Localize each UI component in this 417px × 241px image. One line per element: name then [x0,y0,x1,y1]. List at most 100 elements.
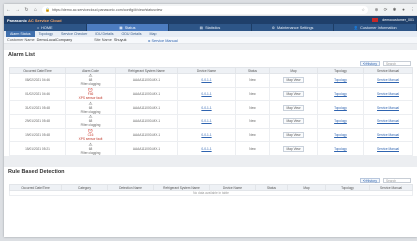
rule-search-input[interactable]: Search [383,178,411,184]
device-name-cell: 0-0-1-1 [177,127,236,143]
alarm-description: Filter clogging [80,109,101,114]
language-flag-icon[interactable] [372,18,379,22]
device-name-cell: 0-0-1-1 [177,141,236,157]
device-name-link[interactable]: 0-0-1-1 [201,147,211,151]
service-manual-cell: Service Manual [363,114,413,129]
tab-statistics[interactable]: ▤ Statistics [169,24,252,31]
device-name-link[interactable]: 0-0-1-1 [201,92,211,96]
table-row: 08/02/2021 04:46 ⚠ 68 Filter clogging AAAA11… [9,73,413,88]
map-view-button[interactable]: Map View [282,91,305,98]
alarm-list-tools: ⟲ History Search [4,60,417,67]
subtab-idu-details[interactable]: IDU Details [91,31,117,37]
alarm-code-cell: ⚠ 68 Filter clogging [65,100,116,116]
map-cell: Map View [269,127,318,143]
app-header: Panasonic AC Service Cloud democustomer_… [4,16,417,24]
address-bar[interactable]: 🔒 https://demo.ac.servicecloud.panasonic… [42,5,368,14]
status-cell: New [235,141,270,157]
topology-link[interactable]: Topology [334,119,347,123]
map-cell: Map View [269,73,318,88]
menu-icon[interactable]: ⋮ [408,7,417,13]
rule-detection-title: Rule Based Detection [8,169,65,176]
reload-icon[interactable]: ↻ [22,7,31,13]
back-arrow-icon[interactable]: ← [4,7,13,13]
customer-name-label: Customer Name [7,38,35,42]
map-view-button[interactable]: Map View [282,145,305,152]
device-name-link[interactable]: 0-0-1-1 [201,78,211,82]
service-manual-cell: Service Manual [363,100,413,116]
service-manual-link[interactable]: Service Manual [377,147,399,151]
browser-window: ← → ↻ ⌂ 🔒 https://demo.ac.servicecloud.p… [4,4,417,237]
subtab-map[interactable]: Map [146,31,161,37]
map-view-button[interactable]: Map View [282,132,305,139]
status-cell: New [235,127,270,143]
alarm-description: Filter clogging [80,123,101,128]
subtab-odu-details[interactable]: ODU Details [118,31,146,37]
map-cell: Map View [269,86,318,102]
device-name-cell: 0-0-1-1 [177,73,236,88]
map-view-button[interactable]: Map View [282,77,305,84]
app-title: Panasonic AC Service Cloud [7,17,62,23]
subtab-topology[interactable]: Topology [35,31,57,37]
service-manual-link[interactable]: Service Manual [377,119,399,123]
refrigerant-system-name: AAAA111000-MX-1 [115,114,178,129]
topology-link[interactable]: Topology [334,133,347,137]
rule-history-button[interactable]: ⟲ History [359,178,380,184]
subtab-service-checker[interactable]: Service Checker [57,31,91,37]
device-name-link[interactable]: 0-0-1-1 [201,133,211,137]
alarm-list-title: Alarm List [8,52,35,58]
refrigerant-system-name: AAAA111000-MX-1 [115,86,178,102]
topology-link[interactable]: Topology [334,147,347,151]
topology-cell: Topology [317,127,364,143]
device-name-cell: 0-0-1-1 [177,86,236,102]
chart-icon: ▤ [199,25,204,30]
map-view-button[interactable]: Map View [282,118,305,125]
profile-icon[interactable]: ● [399,7,408,13]
map-cell: Map View [269,141,318,157]
occurred-datetime: 19/01/2021 05:48 [9,127,66,143]
puzzle-icon[interactable]: ✱ [390,7,399,13]
service-manual-cell: Service Manual [363,141,413,157]
rule-list-tools: ⟲ History Search [4,177,417,184]
topology-cell: Topology [317,73,364,88]
subtab-alarm-status[interactable]: Alarm Status [6,31,35,37]
alarm-search-input[interactable]: Search [383,61,411,66]
device-name-link[interactable]: 0-0-1-1 [201,119,211,123]
refrigerant-system-name: AAAA111000-MX-1 [115,141,178,157]
refresh-icon[interactable]: ⟳ [381,7,390,13]
rule-detection-table: Occurred Date/Time Category Detection Na… [9,184,413,197]
map-cell: Map View [269,114,318,129]
alarm-description: Filter clogging [80,82,101,87]
service-manual-link[interactable]: Service Manual [377,92,399,96]
forward-arrow-icon[interactable]: → [13,7,22,13]
service-manual-link[interactable]: Service Manual [377,133,399,137]
service-manual-cell: Service Manual [363,73,413,88]
site-name-value[interactable]: Shuyuk [114,38,127,42]
topology-link[interactable]: Topology [334,92,347,96]
tab-status[interactable]: ▦ Status [86,24,170,31]
empty-row: No data available in table [9,190,413,197]
user-name[interactable]: democustomer_001 [382,18,414,22]
alarm-history-button[interactable]: ⟲ History [359,61,380,66]
refrigerant-system-name: AAAA111000-MX-1 [115,73,178,88]
occurred-datetime: 31/01/2021 05:48 [9,100,66,116]
topology-cell: Topology [317,100,364,116]
topology-link[interactable]: Topology [334,106,347,110]
main-tabs: ⌂ HOME ▦ Status ▤ Statistics ⚙ Maintenan… [4,24,417,31]
topology-link[interactable]: Topology [334,78,347,82]
section-spacer [4,156,417,168]
occurred-datetime: 29/01/2021 05:48 [9,114,66,129]
star-icon[interactable]: ☆ [361,7,365,12]
service-manual-link[interactable]: Service Manual [377,106,399,110]
service-manual-link[interactable]: ▸ Service Manual [149,38,178,43]
tab-home[interactable]: ⌂ HOME [4,24,87,31]
tab-maintenance-settings[interactable]: ⚙ Maintenance Settings [252,24,335,31]
tab-customer-information[interactable]: 👤 Customer Information [334,24,417,31]
home-icon[interactable]: ⌂ [31,7,40,13]
extensions-icon[interactable]: ⊕ [372,7,381,13]
device-name-link[interactable]: 0-0-1-1 [201,106,211,110]
home-icon: ⌂ [37,25,40,30]
status-cell: New [235,114,270,129]
occurred-datetime: 01/02/2021 04:46 [9,86,66,102]
map-view-button[interactable]: Map View [282,104,305,111]
service-manual-link[interactable]: Service Manual [377,78,399,82]
